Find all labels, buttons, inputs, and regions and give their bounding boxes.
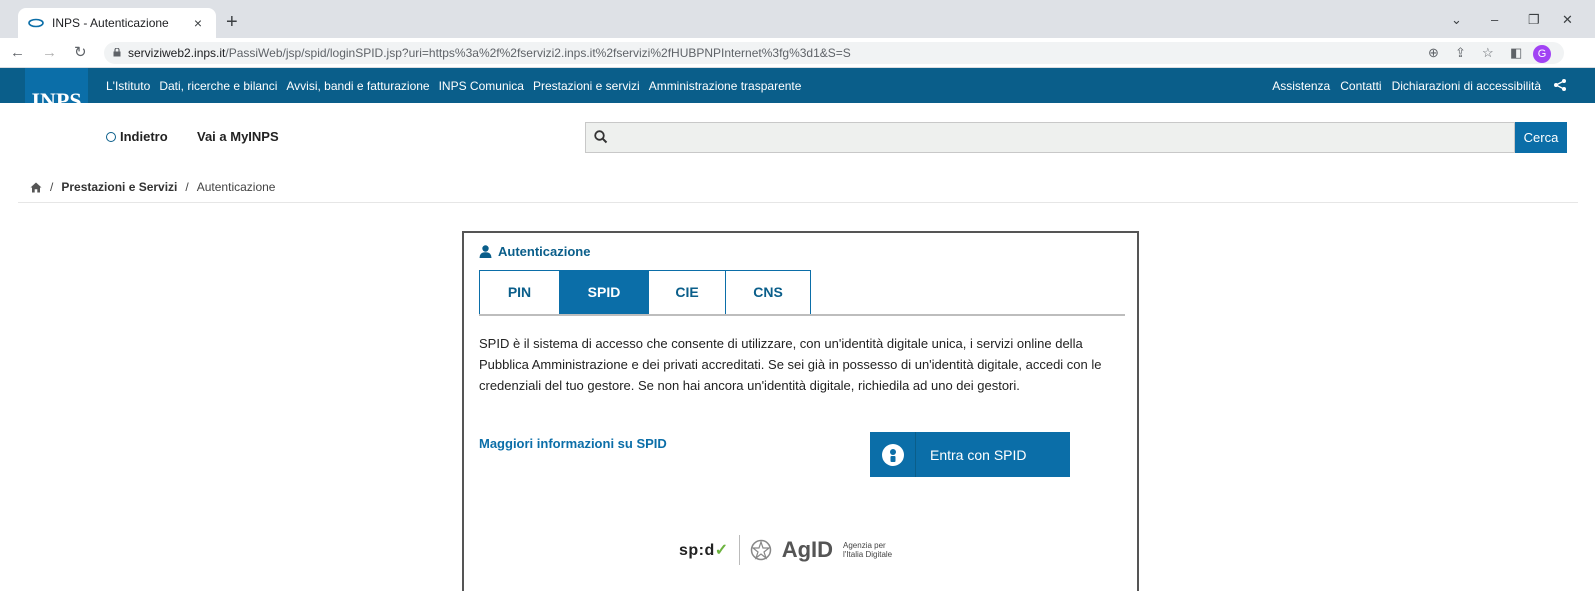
back-label: Indietro <box>120 129 168 144</box>
panel-title-text: Autenticazione <box>498 244 591 259</box>
browser-tabstrip: INPS - Autenticazione × + ⌄ – ❐ ✕ <box>0 0 1595 38</box>
breadcrumb-item-prestazioni[interactable]: Prestazioni e Servizi <box>61 180 177 194</box>
tab-spid[interactable]: SPID <box>560 271 649 314</box>
spid-description: SPID è il sistema di accesso che consent… <box>479 336 1102 393</box>
back-arrow-icon[interactable]: ← <box>10 44 25 62</box>
auth-tabs: PIN SPID CIE CNS <box>479 270 811 315</box>
spid-check-icon: ✓ <box>714 542 729 559</box>
spid-user-icon <box>870 432 916 477</box>
forward-arrow-icon[interactable]: → <box>42 44 57 62</box>
search-button[interactable]: Cerca <box>1515 122 1567 153</box>
nav-link-prestazioni[interactable]: Prestazioni e servizi <box>533 79 640 93</box>
nav-link-accessibilita[interactable]: Dichiarazioni di accessibilità <box>1392 79 1541 93</box>
subheader: Indietro Vai a MyINPS Cerca <box>0 103 1595 168</box>
footer-logos: sp:d✓ AgID Agenzia per l'Italia Digitale <box>679 533 892 567</box>
url-path: /PassiWeb/jsp/spid/loginSPID.jsp?uri=htt… <box>225 46 851 60</box>
nav-link-istituto[interactable]: L'Istituto <box>106 79 150 93</box>
reload-icon[interactable]: ↻ <box>74 44 87 62</box>
tab-pin[interactable]: PIN <box>480 271 560 314</box>
address-bar: ← → ↻ serviziweb2.inps.it/PassiWeb/jsp/s… <box>0 38 1595 68</box>
agid-subtitle: Agenzia per l'Italia Digitale <box>843 541 893 559</box>
share-page-icon[interactable]: ⇪ <box>1455 45 1466 61</box>
home-icon[interactable] <box>30 182 42 193</box>
tabs-underline <box>479 314 1125 316</box>
nav-link-avvisi[interactable]: Avvisi, bandi e fatturazione <box>286 79 429 93</box>
user-icon <box>479 245 492 258</box>
tab-cie[interactable]: CIE <box>649 271 726 314</box>
profile-avatar[interactable]: G <box>1533 45 1551 63</box>
side-panel-icon[interactable]: ◧ <box>1510 45 1522 61</box>
url-field[interactable]: serviziweb2.inps.it/PassiWeb/jsp/spid/lo… <box>104 42 1564 64</box>
nav-link-contatti[interactable]: Contatti <box>1340 79 1381 93</box>
italy-emblem-icon <box>750 539 771 561</box>
minimize-icon[interactable]: – <box>1491 12 1498 27</box>
agid-logo: AgID <box>781 537 834 562</box>
more-info-link[interactable]: Maggiori informazioni su SPID <box>479 436 667 451</box>
breadcrumb-separator: / <box>50 180 54 194</box>
panel-title: Autenticazione <box>479 244 590 259</box>
bookmark-star-icon[interactable]: ☆ <box>1482 45 1494 61</box>
inps-favicon-icon <box>28 18 44 28</box>
new-tab-button[interactable]: + <box>226 12 238 32</box>
tab-title: INPS - Autenticazione <box>52 16 169 30</box>
spid-logo: sp:d✓ <box>679 542 729 559</box>
nav-link-trasparente[interactable]: Amministrazione trasparente <box>649 79 802 93</box>
search-icon <box>594 130 608 144</box>
share-icon[interactable] <box>1553 78 1567 92</box>
nav-link-dati[interactable]: Dati, ricerche e bilanci <box>159 79 277 93</box>
spid-login-button[interactable]: Entra con SPID <box>870 432 1070 477</box>
zoom-icon[interactable]: ⊕ <box>1428 45 1439 61</box>
spid-button-label: Entra con SPID <box>930 446 1027 463</box>
tab-search-icon[interactable]: ⌄ <box>1451 12 1462 28</box>
tab-close-icon[interactable]: × <box>190 15 206 31</box>
top-nav-links: L'Istituto Dati, ricerche e bilanci Avvi… <box>106 68 801 103</box>
breadcrumb-separator: / <box>185 180 189 194</box>
myinps-link[interactable]: Vai a MyINPS <box>197 129 279 144</box>
close-window-icon[interactable]: ✕ <box>1562 12 1573 28</box>
nav-link-assistenza[interactable]: Assistenza <box>1272 79 1330 93</box>
tab-cns[interactable]: CNS <box>726 271 810 314</box>
top-navigation: L'Istituto Dati, ricerche e bilanci Avvi… <box>0 68 1595 103</box>
url-host: serviziweb2.inps.it <box>128 46 226 60</box>
lock-icon <box>113 48 121 57</box>
back-link[interactable]: Indietro <box>106 129 168 144</box>
breadcrumb: / Prestazioni e Servizi / Autenticazione <box>30 180 275 194</box>
logo-separator <box>738 535 740 565</box>
browser-tab[interactable]: INPS - Autenticazione × <box>18 8 216 38</box>
search-input[interactable] <box>585 122 1515 153</box>
back-circle-icon <box>106 131 116 142</box>
top-nav-right-links: Assistenza Contatti Dichiarazioni di acc… <box>1272 68 1541 103</box>
divider <box>18 202 1578 203</box>
breadcrumb-item-current: Autenticazione <box>196 180 276 194</box>
auth-panel: Autenticazione PIN SPID CIE CNS SPID è i… <box>462 231 1139 591</box>
nav-link-comunica[interactable]: INPS Comunica <box>439 79 524 93</box>
restore-icon[interactable]: ❐ <box>1528 12 1540 28</box>
